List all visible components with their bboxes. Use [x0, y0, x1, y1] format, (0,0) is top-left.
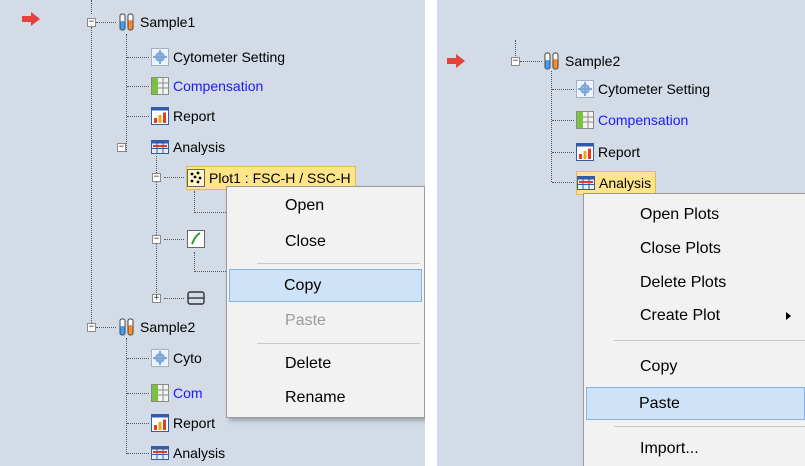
- test-tubes-icon: [118, 318, 136, 336]
- tree-node-compensation[interactable]: Compensation: [151, 75, 263, 97]
- collapse-toggle[interactable]: −: [152, 235, 161, 244]
- compensation-grid-icon: [151, 77, 169, 95]
- menu-separator: [614, 426, 805, 427]
- tree-node-compensation[interactable]: Com: [151, 382, 203, 404]
- node-label: Report: [173, 108, 216, 124]
- menu-item-rename[interactable]: Rename: [229, 383, 422, 413]
- menu-item-label: Close: [285, 233, 326, 250]
- collapse-toggle[interactable]: −: [152, 173, 161, 182]
- menu-item-label: Open Plots: [640, 206, 720, 223]
- red-arrow-icon: [22, 12, 40, 26]
- menu-item-create-plot[interactable]: Create Plot: [586, 301, 803, 331]
- collapse-toggle[interactable]: −: [87, 18, 96, 27]
- compensation-grid-icon: [576, 111, 594, 129]
- context-menu: Open Close Copy Paste Delete Rename: [226, 186, 425, 418]
- menu-item-close[interactable]: Close: [229, 227, 422, 257]
- tree-node-analysis[interactable]: Analysis: [576, 171, 657, 195]
- node-label: Analysis: [599, 175, 652, 191]
- tree-node-cytometer-setting[interactable]: Cyto: [151, 347, 202, 369]
- collapse-toggle[interactable]: −: [511, 57, 520, 66]
- gate-icon: [187, 289, 205, 307]
- tree-node-cytometer-setting[interactable]: Cytometer Setting: [151, 46, 285, 68]
- node-label: Plot1 : FSC-H / SSC-H: [209, 170, 351, 186]
- menu-item-label: Close Plots: [640, 240, 721, 257]
- node-label: Cytometer Setting: [598, 81, 711, 97]
- menu-item-label: Copy: [284, 276, 322, 294]
- menu-item-copy[interactable]: Copy: [586, 352, 803, 382]
- menu-separator: [257, 263, 420, 264]
- gear-icon: [151, 48, 169, 66]
- menu-separator: [614, 340, 805, 341]
- test-tubes-icon: [118, 13, 136, 31]
- bar-chart-icon: [151, 107, 169, 125]
- expand-toggle[interactable]: +: [152, 294, 161, 303]
- test-tubes-icon: [543, 52, 561, 70]
- menu-item-delete[interactable]: Delete: [229, 349, 422, 379]
- node-label: Sample2: [140, 319, 196, 335]
- menu-item-import[interactable]: Import...: [586, 434, 803, 464]
- menu-item-label: Delete: [285, 355, 332, 372]
- right-tree-panel: − Sample2 Cytometer Setting Compensation…: [437, 0, 805, 466]
- chevron-right-icon: [786, 312, 791, 320]
- tree-node-gate[interactable]: [187, 287, 209, 309]
- node-label: Sample1: [140, 14, 196, 30]
- context-menu: Open Plots Close Plots Delete Plots Crea…: [583, 193, 805, 466]
- tree-node-sample1[interactable]: Sample1: [118, 11, 195, 33]
- menu-item-paste[interactable]: Paste: [586, 387, 805, 420]
- histogram-plot-icon: [187, 230, 205, 248]
- tree-node-analysis[interactable]: Analysis: [151, 442, 225, 464]
- menu-item-open[interactable]: Open: [229, 191, 422, 221]
- node-label: Cytometer Setting: [173, 49, 286, 65]
- analysis-table-icon: [151, 138, 169, 156]
- menu-item-label: Create Plot: [640, 307, 721, 324]
- compensation-grid-icon: [151, 384, 169, 402]
- collapse-toggle[interactable]: −: [87, 323, 96, 332]
- bar-chart-icon: [576, 143, 594, 161]
- tree-node-cytometer-setting[interactable]: Cytometer Setting: [576, 78, 710, 100]
- tree-node-report[interactable]: Report: [576, 141, 640, 163]
- tree-node-analysis[interactable]: Analysis: [151, 136, 225, 158]
- gear-icon: [151, 349, 169, 367]
- node-label: Com: [173, 385, 203, 401]
- menu-item-open-plots[interactable]: Open Plots: [586, 200, 803, 230]
- node-label: Report: [598, 144, 641, 160]
- node-label: Cyto: [173, 350, 202, 366]
- node-label: Compensation: [598, 112, 689, 128]
- menu-item-paste[interactable]: Paste: [229, 306, 422, 336]
- node-label: Compensation: [173, 78, 264, 94]
- tree-node-sample2[interactable]: Sample2: [118, 316, 195, 338]
- gear-icon: [576, 80, 594, 98]
- tree-node-report[interactable]: Report: [151, 105, 215, 127]
- tree-node-report[interactable]: Report: [151, 412, 215, 434]
- collapse-toggle[interactable]: −: [117, 143, 126, 152]
- scatter-plot-icon: [187, 169, 205, 187]
- menu-item-label: Paste: [285, 312, 326, 329]
- menu-item-label: Delete Plots: [640, 274, 727, 291]
- red-arrow-icon: [447, 54, 465, 68]
- left-tree-panel: − − − − + − Sample1 Cytometer Setting Co…: [0, 0, 425, 466]
- menu-item-delete-plots[interactable]: Delete Plots: [586, 268, 803, 298]
- node-label: Sample2: [565, 53, 621, 69]
- menu-item-label: Import...: [640, 440, 699, 457]
- menu-separator: [257, 343, 420, 344]
- node-label: Analysis: [173, 445, 226, 461]
- tree-node-histogram-plot[interactable]: [187, 228, 209, 250]
- analysis-table-icon: [151, 444, 169, 462]
- menu-item-label: Open: [285, 197, 325, 214]
- menu-item-label: Rename: [285, 389, 346, 406]
- bar-chart-icon: [151, 414, 169, 432]
- menu-item-copy[interactable]: Copy: [229, 269, 422, 302]
- menu-item-label: Copy: [640, 358, 678, 375]
- menu-item-close-plots[interactable]: Close Plots: [586, 234, 803, 264]
- tree-node-compensation[interactable]: Compensation: [576, 109, 688, 131]
- node-label: Report: [173, 415, 216, 431]
- node-label: Analysis: [173, 139, 226, 155]
- analysis-table-icon: [577, 174, 595, 192]
- menu-item-label: Paste: [639, 394, 680, 412]
- tree-node-sample2[interactable]: Sample2: [543, 50, 620, 72]
